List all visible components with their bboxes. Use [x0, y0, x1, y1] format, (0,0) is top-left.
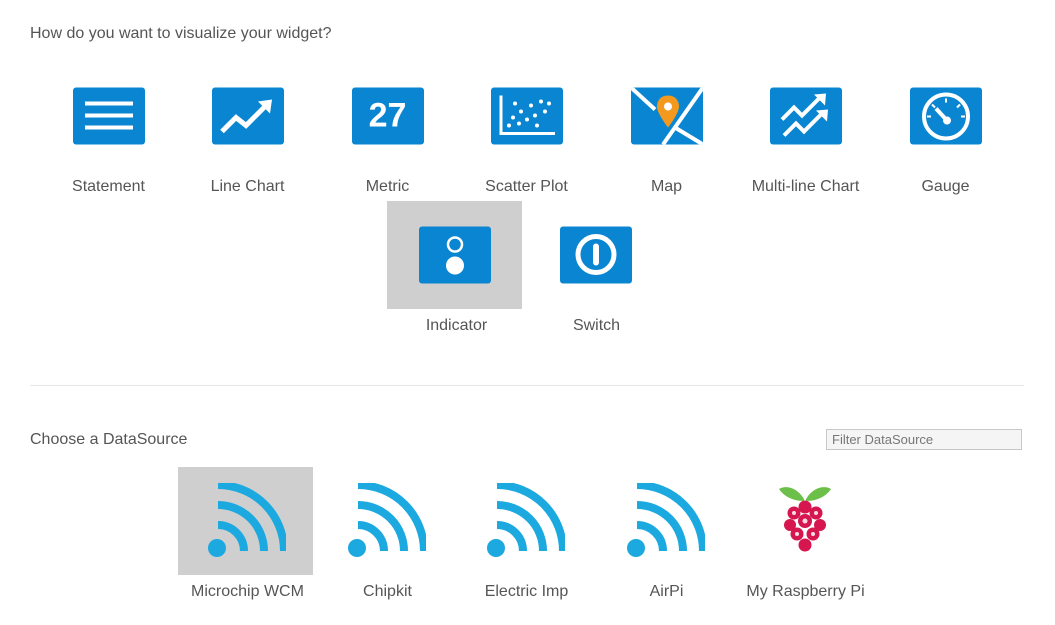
- line-chart-icon: [211, 87, 284, 145]
- wifi-signal-icon: [626, 483, 705, 557]
- datasource-label-electric-imp: Electric Imp: [484, 583, 569, 600]
- datasource-option-electric-imp[interactable]: [457, 467, 592, 575]
- datasource-label-microchip-wcm: Microchip WCM: [191, 583, 304, 600]
- widget-option-scatter-plot[interactable]: [459, 62, 594, 170]
- widget-label-line-chart: Line Chart: [210, 178, 285, 195]
- section-divider: [30, 385, 1024, 386]
- widget-option-multi-line-chart[interactable]: [738, 62, 873, 170]
- datasource-option-airpi[interactable]: [597, 467, 732, 575]
- widget-option-gauge[interactable]: [878, 62, 1013, 170]
- widget-label-scatter-plot: Scatter Plot: [485, 178, 568, 195]
- indicator-icon: [418, 226, 491, 284]
- gauge-icon: [909, 87, 982, 145]
- metric-icon: 27: [351, 87, 424, 145]
- multi-line-chart-icon: [769, 87, 842, 145]
- widget-label-indicator: Indicator: [425, 317, 488, 334]
- widget-label-switch: Switch: [572, 317, 621, 334]
- datasource-option-my-raspberry-pi[interactable]: [737, 467, 872, 575]
- widget-option-statement[interactable]: [41, 62, 176, 170]
- widget-label-metric: Metric: [365, 178, 410, 195]
- metric-number: 27: [368, 96, 407, 135]
- widget-label-map: Map: [650, 178, 683, 195]
- map-icon: [630, 87, 703, 145]
- wifi-signal-icon: [347, 483, 426, 557]
- widget-label-gauge: Gauge: [921, 178, 970, 195]
- widget-option-switch[interactable]: [528, 201, 663, 309]
- widget-option-indicator[interactable]: [387, 201, 522, 309]
- datasource-option-microchip-wcm[interactable]: [178, 467, 313, 575]
- wifi-signal-icon: [486, 483, 565, 557]
- wifi-signal-icon: [207, 483, 286, 557]
- widget-label-multi-line-chart: Multi-line Chart: [751, 178, 860, 195]
- datasource-option-chipkit[interactable]: [318, 467, 453, 575]
- statement-icon: [72, 87, 145, 145]
- widget-option-metric[interactable]: 27: [320, 62, 455, 170]
- raspberry-pi-icon: [778, 487, 831, 552]
- widget-label-statement: Statement: [72, 178, 145, 195]
- visualize-title: How do you want to visualize your widget…: [30, 25, 332, 42]
- datasource-label-my-raspberry-pi: My Raspberry Pi: [746, 583, 865, 600]
- scatter-plot-icon: [490, 87, 563, 145]
- widget-option-map[interactable]: [599, 62, 734, 170]
- switch-icon: [559, 226, 632, 284]
- datasource-label-chipkit: Chipkit: [363, 583, 412, 600]
- datasource-title: Choose a DataSource: [30, 431, 188, 448]
- datasource-label-airpi: AirPi: [649, 583, 684, 600]
- filter-datasource-input[interactable]: [826, 429, 1022, 450]
- widget-option-line-chart[interactable]: [180, 62, 315, 170]
